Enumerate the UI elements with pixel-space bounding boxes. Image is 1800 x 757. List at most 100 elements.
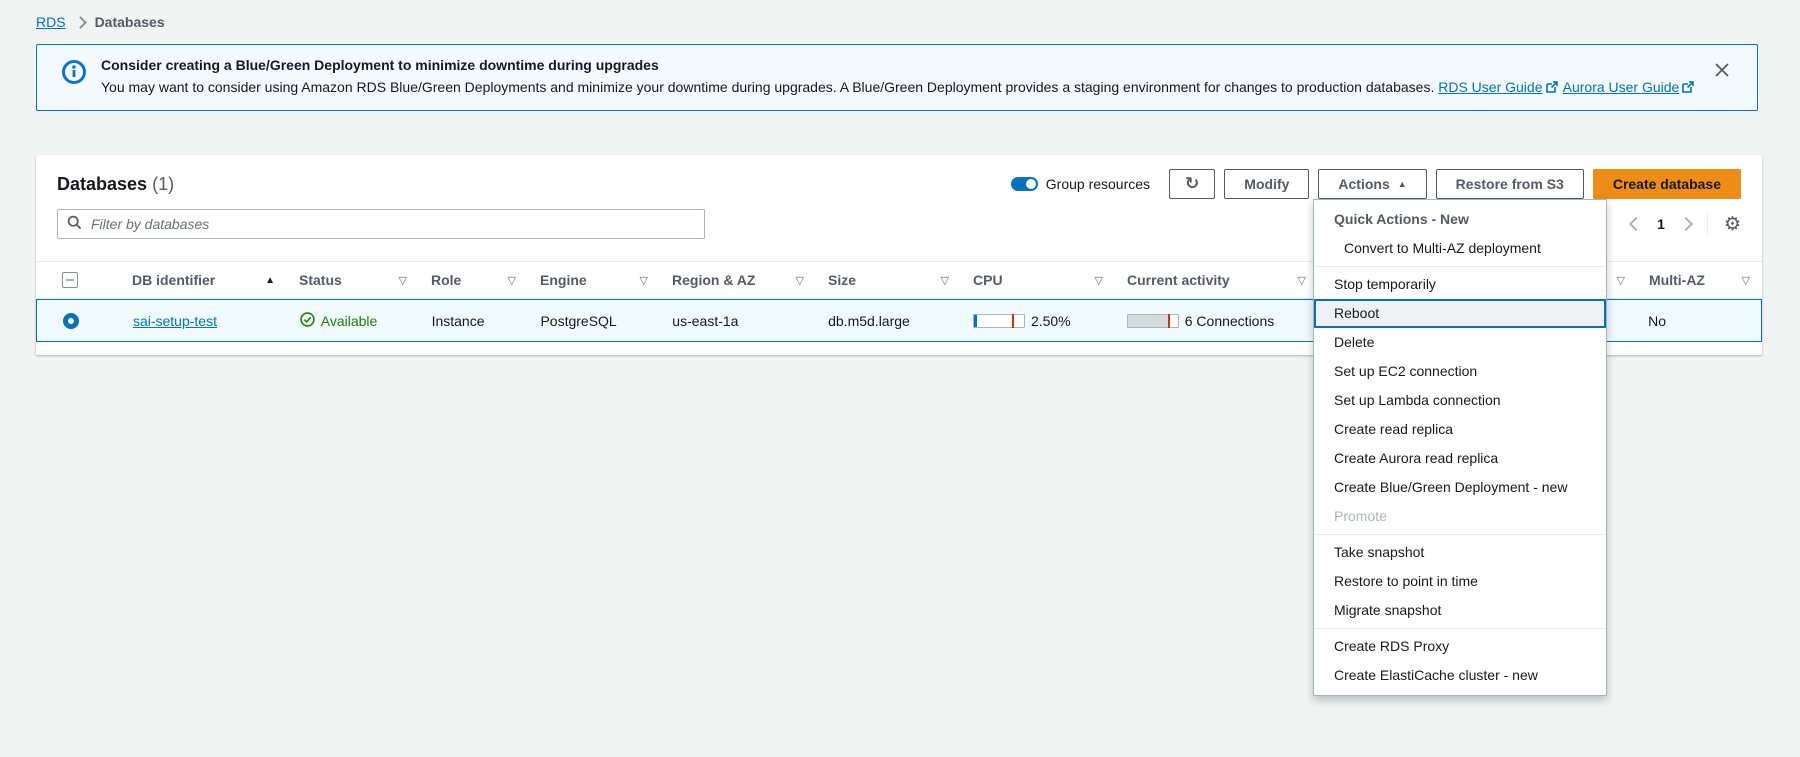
- search-icon: [67, 215, 82, 233]
- select-all-checkbox[interactable]: [62, 272, 78, 288]
- modify-button[interactable]: Modify: [1224, 169, 1309, 199]
- pagination-page-number[interactable]: 1: [1655, 216, 1667, 232]
- cell-current-activity: 6 Connections: [1115, 313, 1318, 329]
- toggle-switch-icon[interactable]: [1011, 177, 1038, 191]
- banner-text: You may want to consider using Amazon RD…: [101, 79, 1434, 95]
- filter-icon[interactable]: ▽: [796, 274, 804, 287]
- create-database-button[interactable]: Create database: [1593, 169, 1741, 199]
- column-label: Status: [299, 272, 342, 288]
- filter-icon[interactable]: ▽: [1298, 274, 1306, 287]
- toolbar: Group resources ↻ Modify Actions ▲ Resto…: [1011, 169, 1741, 199]
- breadcrumb-link-rds[interactable]: RDS: [36, 14, 66, 30]
- pagination: 1 ⚙: [1631, 212, 1741, 236]
- column-label: Size: [828, 272, 856, 288]
- pagination-next-icon[interactable]: [1679, 217, 1693, 231]
- rds-databases-page: RDS Databases Consider creating a Blue/G…: [0, 0, 1800, 757]
- refresh-button[interactable]: ↻: [1169, 169, 1215, 199]
- menu-item-convert-to-multi-az[interactable]: Convert to Multi-AZ deployment: [1314, 234, 1606, 263]
- cell-size: db.m5d.large: [816, 313, 961, 329]
- actions-button-label: Actions: [1338, 176, 1389, 192]
- breadcrumb-current-databases: Databases: [95, 14, 165, 30]
- restore-from-s3-button[interactable]: Restore from S3: [1436, 169, 1584, 199]
- table-header-current-activity[interactable]: Current activity▽: [1115, 262, 1318, 298]
- table-header-region-az[interactable]: Region & AZ▽: [660, 262, 816, 298]
- filter-icon[interactable]: ▽: [640, 274, 648, 287]
- filter-icon[interactable]: ▽: [399, 274, 407, 287]
- rds-user-guide-link[interactable]: RDS User Guide: [1438, 79, 1542, 95]
- cell-select: [37, 313, 105, 329]
- menu-divider: [1314, 628, 1606, 629]
- sort-ascending-icon[interactable]: ▲: [265, 275, 275, 286]
- filter-icon[interactable]: ▽: [1742, 274, 1750, 287]
- filter-icon[interactable]: ▽: [508, 274, 516, 287]
- info-icon: [61, 57, 87, 98]
- banner-content: Consider creating a Blue/Green Deploymen…: [101, 57, 1696, 98]
- banner-title: Consider creating a Blue/Green Deploymen…: [101, 57, 1696, 73]
- cell-region-az: us-east-1a: [660, 313, 816, 329]
- close-icon: [1715, 65, 1729, 80]
- table-header-db-identifier[interactable]: DB identifier ▲: [104, 262, 287, 298]
- chevron-right-icon: [74, 16, 87, 29]
- panel-header: Databases (1) Group resources ↻ Modify A…: [36, 155, 1762, 199]
- menu-item-create-rds-proxy[interactable]: Create RDS Proxy: [1314, 632, 1606, 661]
- table-header-status[interactable]: Status ▽: [287, 262, 419, 298]
- group-resources-toggle[interactable]: Group resources: [1011, 176, 1150, 192]
- menu-item-migrate-snapshot[interactable]: Migrate snapshot: [1314, 596, 1606, 625]
- status-text: Available: [321, 313, 378, 329]
- table-header-multi-az[interactable]: Multi-AZ▽: [1637, 262, 1762, 298]
- menu-item-create-blue-green-deployment[interactable]: Create Blue/Green Deployment - new: [1314, 473, 1606, 502]
- menu-item-restore-to-point-in-time[interactable]: Restore to point in time: [1314, 567, 1606, 596]
- filter-icon[interactable]: ▽: [1095, 274, 1103, 287]
- filter-input[interactable]: [89, 215, 695, 233]
- db-identifier-link[interactable]: sai-setup-test: [133, 313, 217, 329]
- banner-body: You may want to consider using Amazon RD…: [101, 78, 1696, 98]
- column-label: CPU: [973, 272, 1003, 288]
- refresh-icon: ↻: [1185, 174, 1199, 194]
- row-radio-selected[interactable]: [63, 313, 79, 329]
- filter-input-wrapper[interactable]: [57, 209, 705, 239]
- check-circle-icon: [300, 312, 315, 330]
- cell-db-identifier: sai-setup-test: [105, 313, 288, 329]
- menu-divider: [1314, 266, 1606, 267]
- table-header-role[interactable]: Role ▽: [419, 262, 528, 298]
- column-label: DB identifier: [132, 272, 215, 288]
- table-header-size[interactable]: Size ▽: [816, 262, 961, 298]
- cell-engine: PostgreSQL: [528, 313, 660, 329]
- actions-dropdown-menu: Quick Actions - New Convert to Multi-AZ …: [1313, 199, 1607, 696]
- databases-heading: Databases: [57, 174, 147, 194]
- menu-item-create-aurora-read-replica[interactable]: Create Aurora read replica: [1314, 444, 1606, 473]
- table-header-engine[interactable]: Engine▽: [528, 262, 660, 298]
- group-resources-label: Group resources: [1046, 176, 1150, 192]
- cell-status: Available: [288, 312, 420, 330]
- menu-item-reboot[interactable]: Reboot: [1314, 299, 1606, 328]
- breadcrumb: RDS Databases: [36, 14, 165, 30]
- table-header-cpu[interactable]: CPU ▽: [961, 262, 1115, 298]
- pagination-prev-icon[interactable]: [1629, 217, 1643, 231]
- actions-button[interactable]: Actions ▲: [1318, 169, 1426, 199]
- menu-item-create-read-replica[interactable]: Create read replica: [1314, 415, 1606, 444]
- menu-item-delete[interactable]: Delete: [1314, 328, 1606, 357]
- cell-role: Instance: [420, 313, 529, 329]
- cpu-value: 2.50%: [1031, 313, 1071, 329]
- menu-item-setup-ec2-connection[interactable]: Set up EC2 connection: [1314, 357, 1606, 386]
- cell-cpu: 2.50%: [961, 313, 1115, 329]
- table-settings-button[interactable]: ⚙: [1724, 215, 1741, 234]
- aurora-user-guide-link[interactable]: Aurora User Guide: [1563, 79, 1680, 95]
- external-link-icon: [1546, 79, 1558, 98]
- menu-item-setup-lambda-connection[interactable]: Set up Lambda connection: [1314, 386, 1606, 415]
- activity-meter: [1127, 314, 1179, 328]
- menu-item-quick-actions-new[interactable]: Quick Actions - New: [1314, 205, 1606, 234]
- gear-icon: ⚙: [1724, 213, 1741, 235]
- menu-item-create-elasticache-cluster[interactable]: Create ElastiCache cluster - new: [1314, 661, 1606, 690]
- cell-multi-az: No: [1636, 313, 1761, 329]
- activity-value: 6 Connections: [1185, 313, 1275, 329]
- filter-icon[interactable]: ▽: [941, 274, 949, 287]
- page-title: Databases (1): [57, 174, 174, 195]
- banner-close-button[interactable]: [1711, 59, 1733, 84]
- table-header-select: [36, 262, 104, 298]
- menu-item-stop-temporarily[interactable]: Stop temporarily: [1314, 270, 1606, 299]
- caret-up-icon: ▲: [1398, 179, 1407, 189]
- column-label: Role: [431, 272, 461, 288]
- filter-icon[interactable]: ▽: [1617, 274, 1625, 287]
- menu-item-take-snapshot[interactable]: Take snapshot: [1314, 538, 1606, 567]
